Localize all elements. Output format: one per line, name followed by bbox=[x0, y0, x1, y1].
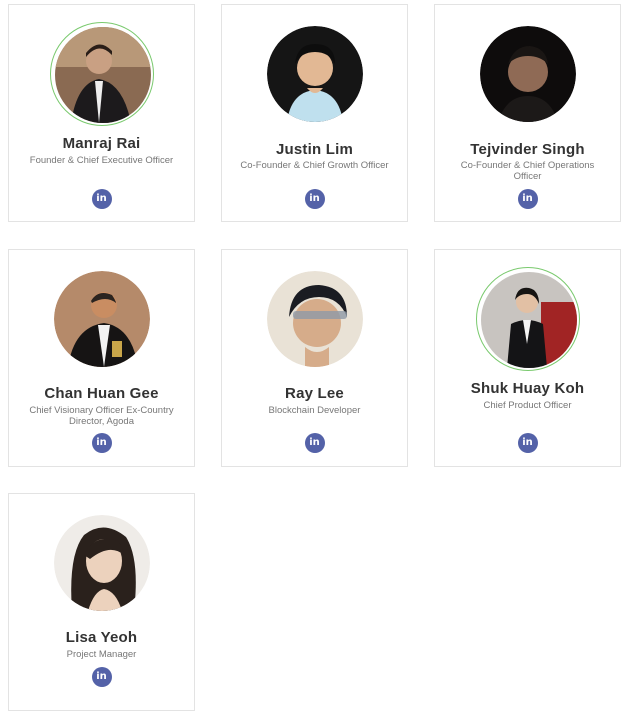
avatar bbox=[266, 271, 363, 367]
linkedin-icon[interactable]: in bbox=[91, 667, 112, 687]
team-card: Justin Lim Co-Founder & Chief Growth Off… bbox=[221, 4, 408, 222]
team-card: Tejvinder Singh Co-Founder & Chief Opera… bbox=[434, 4, 621, 222]
portrait-photo-icon bbox=[479, 26, 576, 122]
member-name: Chan Huan Gee bbox=[44, 385, 159, 402]
avatar bbox=[266, 26, 363, 122]
member-name: Lisa Yeoh bbox=[65, 629, 138, 646]
member-name: Tejvinder Singh bbox=[470, 141, 585, 158]
linkedin-icon[interactable]: in bbox=[91, 433, 112, 453]
avatar bbox=[479, 26, 576, 122]
member-name: Ray Lee bbox=[285, 385, 344, 402]
linkedin-icon[interactable]: in bbox=[304, 189, 325, 209]
member-role: Co-Founder & Chief Operations Officer bbox=[460, 160, 595, 182]
member-role: Chief Product Officer bbox=[483, 400, 572, 411]
team-card: Ray Lee Blockchain Developer in bbox=[221, 249, 408, 467]
team-card: Shuk Huay Koh Chief Product Officer in bbox=[434, 249, 621, 467]
member-name: Manraj Rai bbox=[62, 135, 141, 152]
portrait-photo-icon bbox=[53, 515, 150, 611]
member-name: Shuk Huay Koh bbox=[470, 380, 585, 397]
team-card: Lisa Yeoh Project Manager in bbox=[8, 493, 195, 711]
team-card: Chan Huan Gee Chief Visionary Officer Ex… bbox=[8, 249, 195, 467]
portrait-photo-icon bbox=[54, 27, 151, 123]
member-role: Founder & Chief Executive Officer bbox=[29, 155, 174, 166]
avatar bbox=[53, 515, 150, 611]
portrait-photo-icon bbox=[480, 272, 577, 368]
team-card: Manraj Rai Founder & Chief Executive Off… bbox=[8, 4, 195, 222]
member-role: Blockchain Developer bbox=[268, 405, 361, 416]
linkedin-icon[interactable]: in bbox=[304, 433, 325, 453]
linkedin-icon[interactable]: in bbox=[91, 189, 112, 209]
avatar bbox=[53, 271, 150, 367]
portrait-photo-icon bbox=[53, 271, 150, 367]
linkedin-icon[interactable]: in bbox=[517, 189, 538, 209]
portrait-photo-icon bbox=[266, 26, 363, 122]
avatar bbox=[49, 22, 154, 126]
member-role: Co-Founder & Chief Growth Officer bbox=[240, 160, 389, 171]
linkedin-icon[interactable]: in bbox=[517, 433, 538, 453]
portrait-photo-icon bbox=[266, 271, 363, 367]
member-role: Chief Visionary Officer Ex-Country Direc… bbox=[29, 405, 174, 427]
avatar bbox=[475, 267, 580, 371]
member-role: Project Manager bbox=[66, 649, 137, 660]
member-name: Justin Lim bbox=[275, 141, 353, 158]
team-grid: Manraj Rai Founder & Chief Executive Off… bbox=[0, 0, 630, 711]
